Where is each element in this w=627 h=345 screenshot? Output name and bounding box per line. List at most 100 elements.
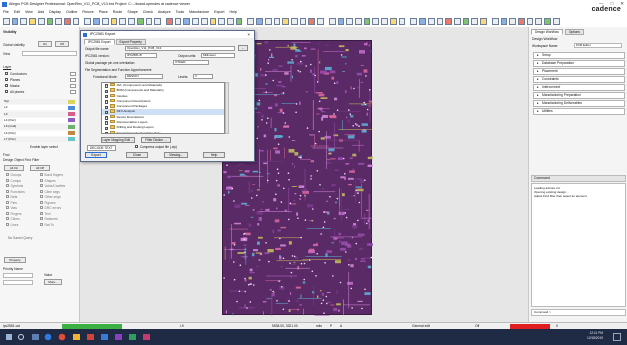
toolbar-icon-49[interactable] (436, 17, 444, 25)
toolbar-icon-59[interactable] (526, 17, 534, 25)
layer-mapping-button[interactable]: Layer Mapping Edit ... (101, 137, 135, 143)
toolbar-icon-22[interactable] (192, 17, 199, 25)
levels-select[interactable]: 3 (193, 74, 213, 79)
function-list-scrollbar[interactable] (225, 82, 229, 134)
function-checkbox[interactable]: ✓ (105, 132, 109, 133)
toolbar-icon-13[interactable] (110, 17, 118, 25)
find-checkbox[interactable] (40, 184, 43, 188)
find-item-clines[interactable]: Clines (6, 217, 20, 221)
section-masks[interactable]: Masks (5, 84, 20, 88)
toolbar-icon-54[interactable] (480, 17, 487, 25)
find-checkbox[interactable] (6, 217, 9, 221)
find-item-lines[interactable]: Lines (6, 223, 18, 227)
menu-check[interactable]: Check (143, 10, 153, 14)
toolbar-icon-20[interactable] (174, 17, 182, 25)
toolbar-icon-9[interactable] (72, 17, 80, 25)
layer-color-swatch[interactable] (68, 112, 75, 117)
priority-input[interactable] (3, 280, 33, 285)
toolbar-icon-6[interactable] (46, 17, 54, 25)
functional-mode-select[interactable]: DESIGN (125, 74, 163, 79)
enable-layer-select-label[interactable]: Enable layer select (30, 145, 58, 149)
toolbar-icon-14[interactable] (119, 17, 127, 25)
find-item-right[interactable]: Other segs (40, 195, 61, 199)
toolbar-icon-34[interactable] (299, 17, 307, 25)
find-item-right[interactable]: Text (40, 212, 51, 216)
find-checkbox[interactable] (40, 217, 43, 221)
find-checkbox[interactable] (6, 200, 9, 204)
find-item-vias[interactable]: Vias (6, 206, 17, 210)
toolbar-icon-37[interactable] (328, 17, 336, 25)
layer-color-swatch[interactable] (68, 105, 75, 110)
export-button[interactable]: Export (85, 152, 107, 158)
function-checkbox[interactable]: ✓ (105, 121, 109, 125)
layer-row[interactable]: L7 (Pwr) (3, 136, 77, 142)
workflow-tab-1[interactable]: Options (564, 29, 584, 35)
toolbar-icon-36[interactable] (317, 17, 324, 25)
toolbar-icon-31[interactable] (273, 17, 281, 25)
global-on-button[interactable]: On (38, 41, 52, 47)
menu-rmove[interactable]: Rmove (82, 10, 93, 14)
layer-row[interactable]: L5 (Gnd) (3, 124, 77, 130)
workflow-item-interconnect[interactable]: Interconnect (533, 84, 625, 91)
viewlog-button[interactable]: Viewlog... (164, 152, 188, 158)
all-on-button[interactable]: All On (4, 165, 24, 171)
section-toggle[interactable] (70, 90, 76, 94)
status-p-toggle[interactable]: P (330, 324, 332, 328)
dialog-tab-1[interactable]: Export Property (115, 39, 146, 45)
find-item-pins[interactable]: Pins (6, 201, 17, 205)
close-button[interactable]: Close (126, 152, 148, 158)
menu-view[interactable]: View (25, 10, 33, 14)
toolbar-icon-55[interactable] (491, 17, 499, 25)
toolbar-icon-32[interactable] (282, 17, 289, 25)
toolbar-icon-16[interactable] (136, 17, 144, 25)
toolbar-icon-41[interactable] (363, 17, 371, 25)
dialog-close-icon[interactable]: × (247, 31, 250, 38)
toolbar-icon-17[interactable] (145, 17, 153, 25)
toolbar-icon-61[interactable] (544, 17, 551, 25)
version-select[interactable]: IPC2581-B (125, 53, 157, 58)
toolbar-icon-60[interactable] (535, 17, 543, 25)
find-checkbox[interactable] (6, 189, 9, 193)
find-checkbox[interactable] (6, 195, 9, 199)
toolbar-icon-5[interactable] (37, 17, 45, 25)
toolbar-icon-30[interactable] (264, 17, 272, 25)
find-checkbox[interactable] (6, 211, 9, 215)
section-toggle[interactable] (70, 78, 76, 82)
command-input[interactable]: Command > (531, 309, 626, 316)
toolbar-icon-2[interactable] (11, 17, 19, 25)
find-checkbox[interactable] (40, 222, 43, 226)
workflow-item-manufacturing-deliverables[interactable]: Manufacturing Deliverables (533, 100, 625, 107)
toolbar-icon-25[interactable] (218, 17, 225, 25)
toolbar-icon-23[interactable] (200, 17, 208, 25)
section-checkbox[interactable] (5, 90, 9, 94)
find-checkbox[interactable] (40, 178, 43, 182)
toolbar-icon-62[interactable] (552, 17, 560, 25)
find-checkbox[interactable] (6, 178, 9, 182)
function-item[interactable]: ✓ Export Cross Section Data Only (102, 130, 224, 133)
toolbar-icon-58[interactable] (517, 17, 525, 25)
layer-color-swatch[interactable] (68, 99, 75, 104)
property-button[interactable]: Property (4, 257, 26, 263)
toolbar-icon-1[interactable] (3, 17, 10, 25)
toolbar-icon-52[interactable] (462, 17, 470, 25)
find-item-comps[interactable]: Comps (6, 179, 21, 183)
workflow-item-constraints[interactable]: Constraints (533, 76, 625, 83)
find-checkbox[interactable] (40, 173, 43, 177)
toolbar-icon-48[interactable] (427, 17, 435, 25)
find-checkbox[interactable] (6, 184, 9, 188)
workflow-item-database-preparation[interactable]: Database Preparation (533, 60, 625, 67)
menu-place[interactable]: Place (99, 10, 108, 14)
workflow-item-setup[interactable]: Setup (533, 52, 625, 59)
notifications-icon[interactable] (613, 333, 621, 341)
function-checkbox[interactable]: ✓ (105, 94, 109, 99)
decode-text-checkbox[interactable]: DECODE TEXT (87, 145, 116, 151)
units-select[interactable]: Millimeter (201, 53, 235, 58)
dialog-tab-0[interactable]: IPC2581 Export (84, 39, 115, 45)
section-toggle[interactable] (70, 84, 76, 88)
toolbar-icon-43[interactable] (381, 17, 388, 25)
toolbar-icon-39[interactable] (346, 17, 354, 25)
global-off-button[interactable]: Off (55, 41, 69, 47)
toolbar-icon-56[interactable] (500, 17, 508, 25)
toolbar-icon-10[interactable] (84, 17, 92, 25)
find-checkbox[interactable] (40, 189, 43, 193)
